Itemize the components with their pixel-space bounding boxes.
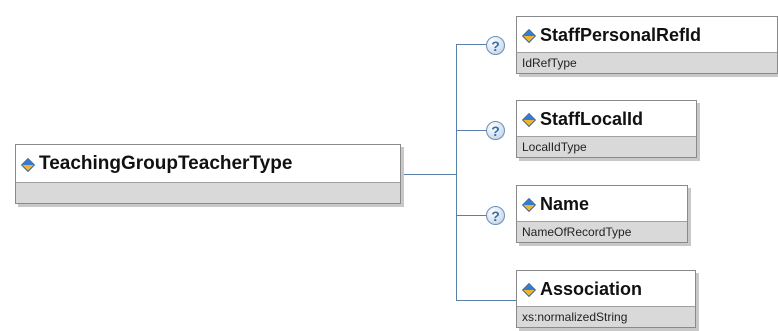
child-element-type-1: IdRefType <box>517 52 777 73</box>
element-icon <box>523 199 534 210</box>
child-element-name-2: StaffLocalId <box>540 108 644 129</box>
optional-marker-icon: ? <box>486 36 505 55</box>
child-element-name-1: StaffPersonalRefId <box>540 24 702 45</box>
child-element-header-1: StaffPersonalRefId <box>517 17 777 53</box>
child-element-name-4: Association <box>540 278 643 299</box>
child-element-box-4[interactable]: Association xs:normalizedString <box>516 270 696 328</box>
root-element-header: TeachingGroupTeacherType <box>16 145 400 183</box>
child-element-type-2: LocalIdType <box>517 136 696 157</box>
child-element-header-3: Name <box>517 186 687 222</box>
element-icon <box>523 114 534 125</box>
child-element-box-1[interactable]: StaffPersonalRefId IdRefType <box>516 16 778 74</box>
connector-trunk <box>456 44 457 301</box>
connector-branch-1 <box>456 44 486 45</box>
connector-branch-3 <box>456 215 486 216</box>
root-element-box[interactable]: TeachingGroupTeacherType <box>15 144 401 204</box>
element-icon <box>523 30 534 41</box>
child-element-header-2: StaffLocalId <box>517 101 696 137</box>
child-element-box-3[interactable]: Name NameOfRecordType <box>516 185 688 243</box>
element-icon <box>22 159 33 170</box>
connector-branch-4 <box>456 300 516 301</box>
child-element-name-3: Name <box>540 193 590 214</box>
connector-root <box>402 174 456 175</box>
optional-marker-icon: ? <box>486 206 505 225</box>
element-icon <box>523 284 534 295</box>
child-element-header-4: Association <box>517 271 695 307</box>
connector-branch-2 <box>456 130 486 131</box>
root-element-type-bar <box>16 182 400 203</box>
root-element-name: TeachingGroupTeacherType <box>39 153 293 174</box>
child-element-type-4: xs:normalizedString <box>517 306 695 327</box>
child-element-box-2[interactable]: StaffLocalId LocalIdType <box>516 100 697 158</box>
optional-marker-icon: ? <box>486 121 505 140</box>
child-element-type-3: NameOfRecordType <box>517 221 687 242</box>
